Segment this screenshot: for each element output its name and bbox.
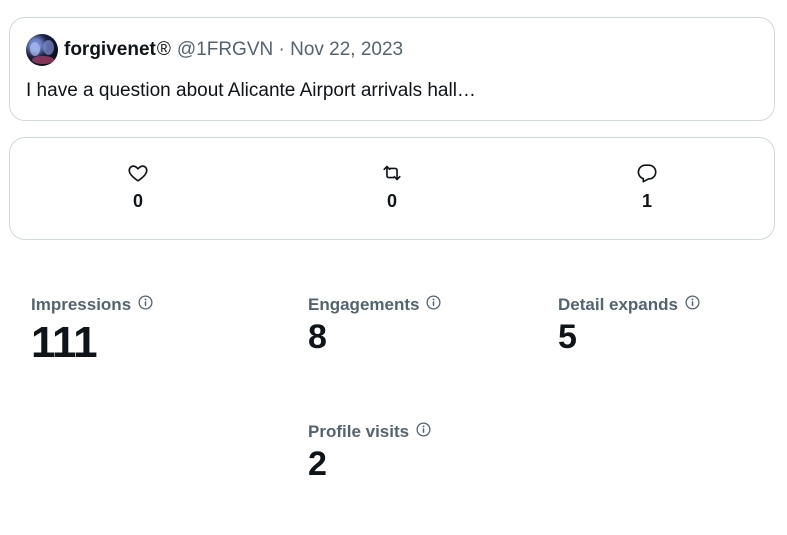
profile-visits-metric: Profile visits 2	[308, 421, 432, 484]
avatar[interactable]	[26, 34, 58, 66]
reply-icon[interactable]	[617, 162, 677, 184]
repost-icon[interactable]	[362, 162, 422, 184]
tweet-actions-card: 0 0 1	[9, 137, 775, 240]
repost-count: 0	[386, 191, 397, 211]
engagements-label: Engagements	[308, 295, 420, 314]
detail-expands-metric: Detail expands 5	[558, 294, 701, 357]
reply-action[interactable]: 1	[617, 162, 677, 212]
tweet-text: I have a question about Alicante Airport…	[26, 80, 476, 101]
engagements-metric: Engagements 8	[308, 294, 442, 357]
impressions-value: 111	[31, 318, 98, 367]
registered-mark: ®	[156, 39, 171, 60]
info-icon[interactable]	[419, 294, 442, 316]
repost-action[interactable]: 0	[362, 162, 422, 212]
tweet-header: forgivenet ® @1FRGVN · Nov 22, 2023	[26, 34, 403, 66]
display-name[interactable]: forgivenet	[64, 39, 156, 61]
info-icon[interactable]	[678, 294, 701, 316]
engagements-value: 8	[308, 318, 327, 356]
handle-and-date: @1FRGVN · Nov 22, 2023	[176, 39, 404, 60]
impressions-metric: Impressions 111	[31, 294, 154, 368]
info-icon[interactable]	[131, 294, 154, 316]
reply-count: 1	[641, 191, 652, 211]
quoted-tweet-card[interactable]: forgivenet ® @1FRGVN · Nov 22, 2023 I ha…	[9, 17, 775, 121]
like-count: 0	[132, 191, 143, 211]
impressions-label: Impressions	[31, 295, 132, 314]
detail-expands-label: Detail expands	[558, 295, 678, 314]
profile-visits-value: 2	[308, 445, 327, 483]
heart-icon[interactable]	[108, 162, 168, 184]
profile-visits-label: Profile visits	[308, 422, 410, 441]
detail-expands-value: 5	[558, 318, 577, 356]
info-icon[interactable]	[409, 421, 432, 443]
like-action[interactable]: 0	[108, 162, 168, 212]
